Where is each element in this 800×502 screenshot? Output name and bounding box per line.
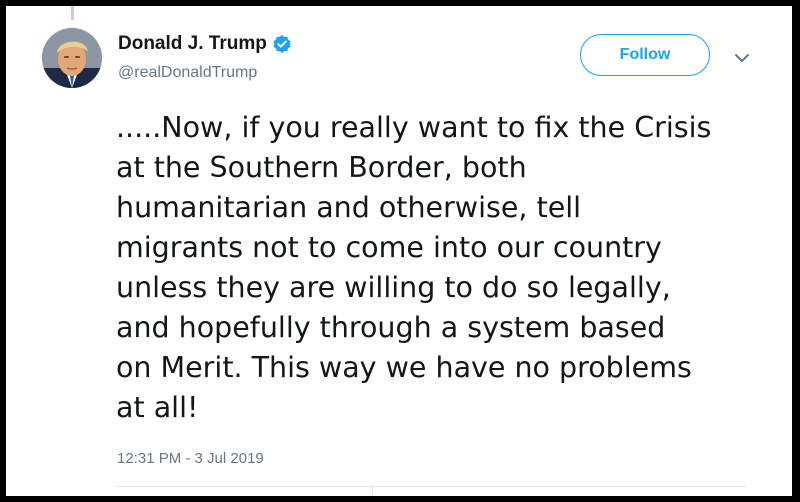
avatar-image [42,28,102,88]
tweet-text-line: at all! [116,391,199,424]
divider [116,486,746,487]
tweet-text-line: humanitarian and otherwise, tell [116,191,582,224]
follow-button[interactable]: Follow [580,34,710,76]
tweet-text-line: .....Now, if you really want to fix the … [116,111,712,144]
author-display-name[interactable]: Donald J. Trump [118,33,267,55]
chevron-down-icon[interactable] [733,50,751,64]
author-handle[interactable]: @realDonaldTrump [118,64,257,82]
thread-connector-line [71,6,74,20]
tweet-text-line: unless they are willing to do so legally… [116,271,671,304]
avatar[interactable] [42,28,102,88]
author-name-row: Donald J. Trump [118,32,292,56]
verified-badge-icon [272,34,292,54]
tweet-text-line: at the Southern Border, both [116,151,527,184]
tweet-text-line: migrants not to come into our country [116,231,662,264]
tweet-text-line: and hopefully through a system based [116,311,666,344]
tweet-text-line: on Merit. This way we have no problems [116,351,692,384]
divider-tick [372,486,373,496]
tweet-timestamp[interactable]: 12:31 PM - 3 Jul 2019 [117,450,264,467]
tweet-text: .....Now, if you really want to fix the … [116,108,766,428]
